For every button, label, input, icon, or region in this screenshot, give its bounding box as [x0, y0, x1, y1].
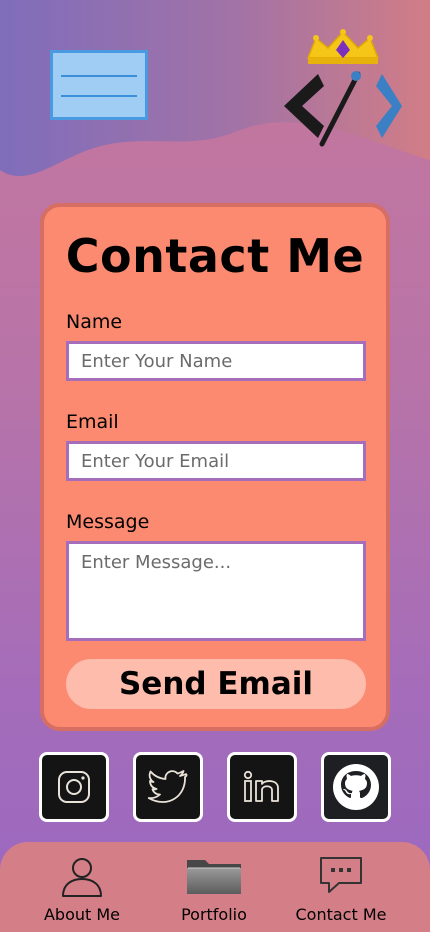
instagram-icon: [58, 771, 90, 803]
nav-item-contact-me[interactable]: Contact Me: [271, 842, 411, 932]
chat-icon: [320, 857, 362, 893]
twitter-button[interactable]: [133, 752, 203, 822]
github-icon: [333, 764, 379, 810]
contact-card: Contact Me Name Email Message Send Email: [40, 203, 390, 731]
code-brush-crown-logo[interactable]: [280, 26, 406, 148]
message-label: Message: [66, 511, 150, 533]
user-icon: [62, 858, 102, 897]
name-label: Name: [66, 311, 123, 333]
page-title: Contact Me: [65, 229, 365, 283]
linkedin-icon: [243, 770, 279, 802]
menu-line: [61, 75, 137, 77]
linkedin-button[interactable]: [227, 752, 297, 822]
paint-brush-icon: [319, 71, 361, 147]
right-bracket-icon: [376, 74, 402, 138]
folder-icon: [187, 860, 241, 894]
nav-label-contact-me: Contact Me: [295, 905, 387, 924]
bottom-nav: About Me Portfolio Contact Me: [0, 842, 430, 932]
menu-line: [61, 95, 137, 97]
left-bracket-icon: [284, 74, 324, 138]
name-input[interactable]: [66, 341, 366, 381]
menu-button[interactable]: [50, 50, 148, 120]
send-email-button[interactable]: Send Email: [66, 659, 366, 709]
crown-icon: [306, 29, 380, 64]
nav-item-about-me[interactable]: About Me: [12, 842, 152, 932]
email-input[interactable]: [66, 441, 366, 481]
nav-label-portfolio: Portfolio: [181, 905, 247, 924]
nav-item-portfolio[interactable]: Portfolio: [144, 842, 284, 932]
twitter-icon: [148, 770, 188, 803]
github-button[interactable]: [321, 752, 391, 822]
email-label: Email: [66, 411, 119, 433]
instagram-button[interactable]: [39, 752, 109, 822]
message-textarea[interactable]: [66, 541, 366, 641]
nav-label-about-me: About Me: [43, 905, 121, 924]
